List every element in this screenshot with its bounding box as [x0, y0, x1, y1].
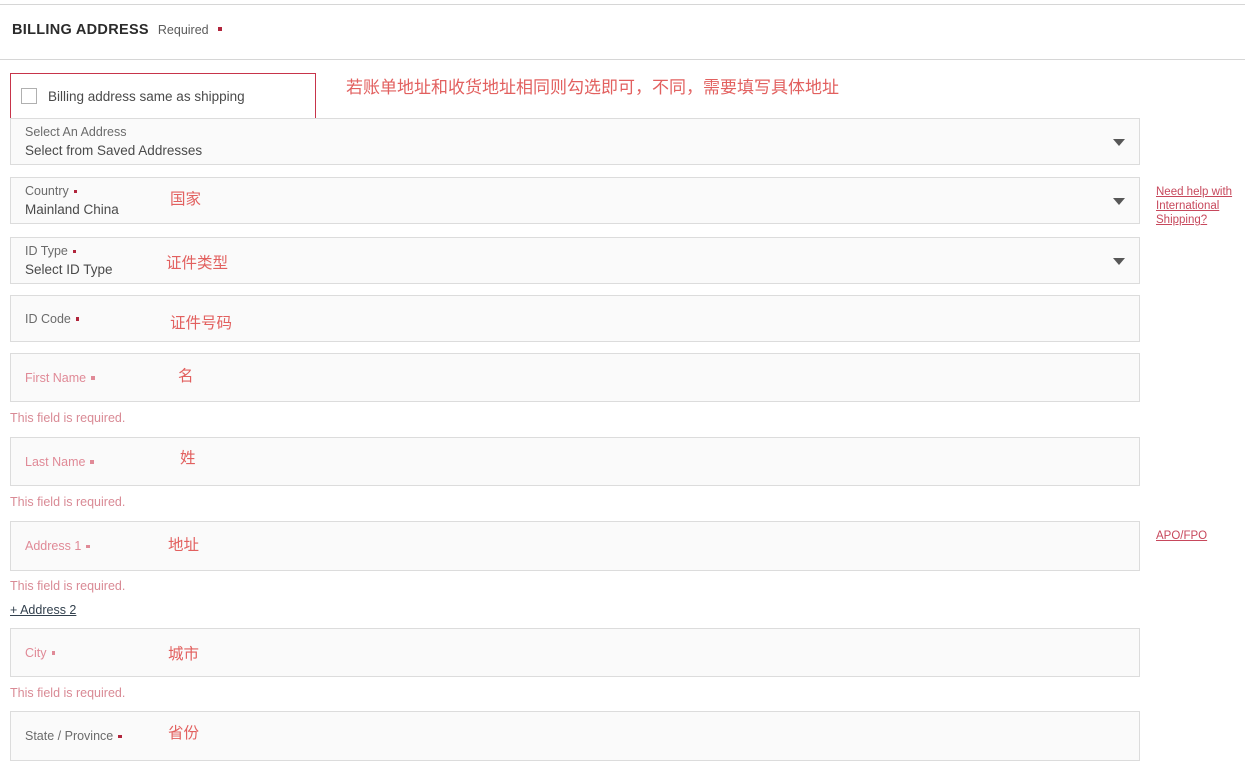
billing-same-as-shipping-label: Billing address same as shipping	[48, 88, 245, 104]
field-value-select-an-address: Select from Saved Addresses	[25, 143, 203, 158]
required-dot-icon	[90, 460, 94, 464]
required-dot-icon	[217, 27, 222, 31]
required-label: Required	[157, 23, 209, 37]
required-dot-icon	[72, 249, 77, 253]
annotation-id-type: 证件类型	[166, 254, 229, 272]
field-error-city: This field is required.	[10, 686, 126, 700]
billing-same-as-shipping-checkbox-container[interactable]: Billing address same as shipping	[10, 73, 316, 119]
annotation-billing-same-as-shipping: 若账单地址和收货地址相同则勾选即可，不同，需要填写具体地址	[346, 78, 839, 98]
add-address-2-link[interactable]: + Address 2	[10, 603, 76, 617]
section-header: BILLING ADDRESS Required	[12, 22, 222, 38]
field-error-last-name: This field is required.	[10, 495, 126, 509]
header-divider	[0, 59, 1245, 60]
chevron-down-icon[interactable]	[1113, 138, 1125, 146]
chevron-down-icon[interactable]	[1113, 257, 1125, 265]
billing-address-page: BILLING ADDRESS Required Billing address…	[0, 0, 1245, 767]
annotation-state-province: 省份	[168, 724, 200, 742]
required-dot-icon	[75, 317, 80, 321]
required-dot-icon	[73, 189, 78, 193]
annotation-city: 城市	[168, 645, 200, 663]
page-title: BILLING ADDRESS	[12, 22, 149, 38]
field-inner-select-an-address: Select An Address Select from Saved Addre…	[11, 119, 1139, 164]
field-select-an-address[interactable]: Select An Address Select from Saved Addre…	[10, 118, 1140, 165]
field-error-address-1: This field is required.	[10, 579, 126, 593]
field-label-select-an-address: Select An Address	[25, 125, 127, 139]
annotation-address-1: 地址	[168, 536, 200, 554]
annotation-first-name: 名	[178, 367, 194, 385]
apo-fpo-link[interactable]: APO/FPO	[1156, 529, 1207, 543]
chevron-down-icon[interactable]	[1113, 197, 1125, 205]
annotation-last-name: 姓	[180, 449, 196, 467]
top-divider	[0, 4, 1245, 5]
checkbox-icon[interactable]	[21, 88, 37, 104]
required-dot-icon	[118, 734, 122, 738]
annotation-id-code: 证件号码	[170, 314, 233, 332]
required-dot-icon	[51, 651, 56, 655]
annotation-country: 国家	[170, 190, 202, 208]
need-help-shipping-link[interactable]: Need help with International Shipping?	[1156, 185, 1245, 227]
required-dot-icon	[91, 376, 95, 380]
field-error-first-name: This field is required.	[10, 411, 126, 425]
required-dot-icon	[86, 544, 90, 548]
